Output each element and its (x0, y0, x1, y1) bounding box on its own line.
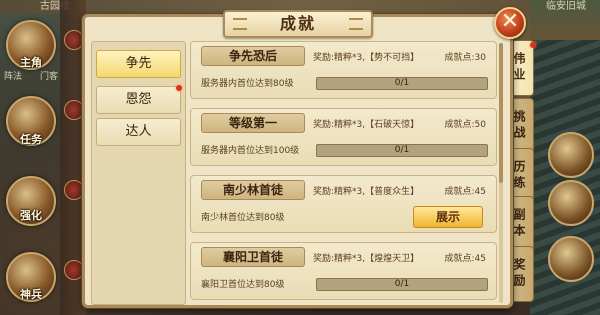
achievement-list: 争先恐后 奖励:精粹*3,【势不可挡】 成就点:30 服务器内首位达到80级 0… (190, 41, 497, 305)
scrollbar[interactable] (499, 43, 503, 303)
achievement-desc: 服务器内首位达到100级 (201, 146, 300, 156)
achievement-desc: 襄阳卫首位达到80级 (201, 280, 285, 290)
scroll-icon[interactable] (64, 100, 84, 120)
achievement-name: 争先恐后 (201, 46, 305, 66)
achievement-desc: 服务器内首位达到80级 (201, 79, 294, 89)
progress-text: 0/1 (394, 279, 410, 289)
achievement-card: 南少林首徒 奖励:精粹*3,【普度众生】 成就点:45 南少林首位达到80级 展… (190, 175, 497, 233)
category-list: 争先 恩怨 达人 (91, 41, 186, 305)
scroll-thumb[interactable] (499, 43, 503, 183)
panel-title-text: 成就 (279, 14, 316, 33)
category-master[interactable]: 达人 (96, 118, 181, 146)
category-grudges[interactable]: 恩怨 (96, 86, 181, 114)
chest-icon[interactable] (64, 180, 84, 200)
weapon-button-label: 神兵 (20, 288, 42, 301)
title-ornament (233, 18, 247, 30)
progress-bar: 0/1 (316, 77, 488, 90)
formation-icon[interactable] (64, 30, 84, 50)
achievement-reward: 奖励:精粹*3,【煌煌天卫】 (313, 254, 420, 264)
sword-icon[interactable] (548, 236, 594, 282)
sub-menu-label: 阵法 (4, 72, 23, 82)
progress-text: 0/1 (394, 145, 410, 155)
achievement-points: 成就点:30 (444, 53, 487, 63)
close-button[interactable]: ✕ (494, 7, 526, 39)
achievement-card: 争先恐后 奖励:精粹*3,【势不可挡】 成就点:30 服务器内首位达到80级 0… (190, 41, 497, 99)
sub-menu-label: 门客 (40, 72, 59, 82)
achievement-reward: 奖励:精粹*3,【势不可挡】 (313, 53, 420, 63)
progress-bar: 0/1 (316, 278, 488, 291)
close-icon: ✕ (500, 9, 520, 34)
achievement-reward: 奖励:精粹*3,【普度众生】 (313, 187, 420, 197)
character-button-label: 主角 (20, 56, 42, 69)
title-ornament (349, 18, 363, 30)
progress-text: 0/1 (394, 78, 410, 88)
notification-dot (530, 42, 536, 48)
achievement-card: 襄阳卫首徒 奖励:精粹*3,【煌煌天卫】 成就点:45 襄阳卫首位达到80级 0… (190, 242, 497, 300)
achievement-name: 襄阳卫首徒 (201, 247, 305, 267)
panel-title: 成就 (223, 10, 373, 38)
category-compete[interactable]: 争先 (96, 50, 181, 78)
achievement-points: 成就点:45 (444, 254, 487, 264)
achievement-name: 等级第一 (201, 113, 305, 133)
swap-icon[interactable] (548, 132, 594, 178)
achievement-panel: 成就 ✕ 争先 恩怨 达人 争先恐后 奖励:精粹*3,【势不可挡】 成就点:30… (82, 7, 526, 308)
achievement-card: 等级第一 奖励:精粹*3,【石破天惊】 成就点:50 服务器内首位达到100级 … (190, 108, 497, 166)
progress-bar: 0/1 (316, 144, 488, 157)
achievement-points: 成就点:45 (444, 187, 487, 197)
achievement-name: 南少林首徒 (201, 180, 305, 200)
quest-button-label: 任务 (20, 133, 42, 146)
achievement-reward: 奖励:精粹*3,【石破天惊】 (313, 120, 420, 130)
achievement-desc: 南少林首位达到80级 (201, 213, 285, 223)
banner-icon[interactable] (64, 260, 84, 280)
show-button[interactable]: 展示 (413, 206, 483, 228)
notification-dot (176, 85, 182, 91)
location-label: 临安旧城 (546, 1, 586, 12)
enhance-button-label: 强化 (20, 209, 42, 222)
achievement-points: 成就点:50 (444, 120, 487, 130)
drum-icon[interactable] (548, 180, 594, 226)
